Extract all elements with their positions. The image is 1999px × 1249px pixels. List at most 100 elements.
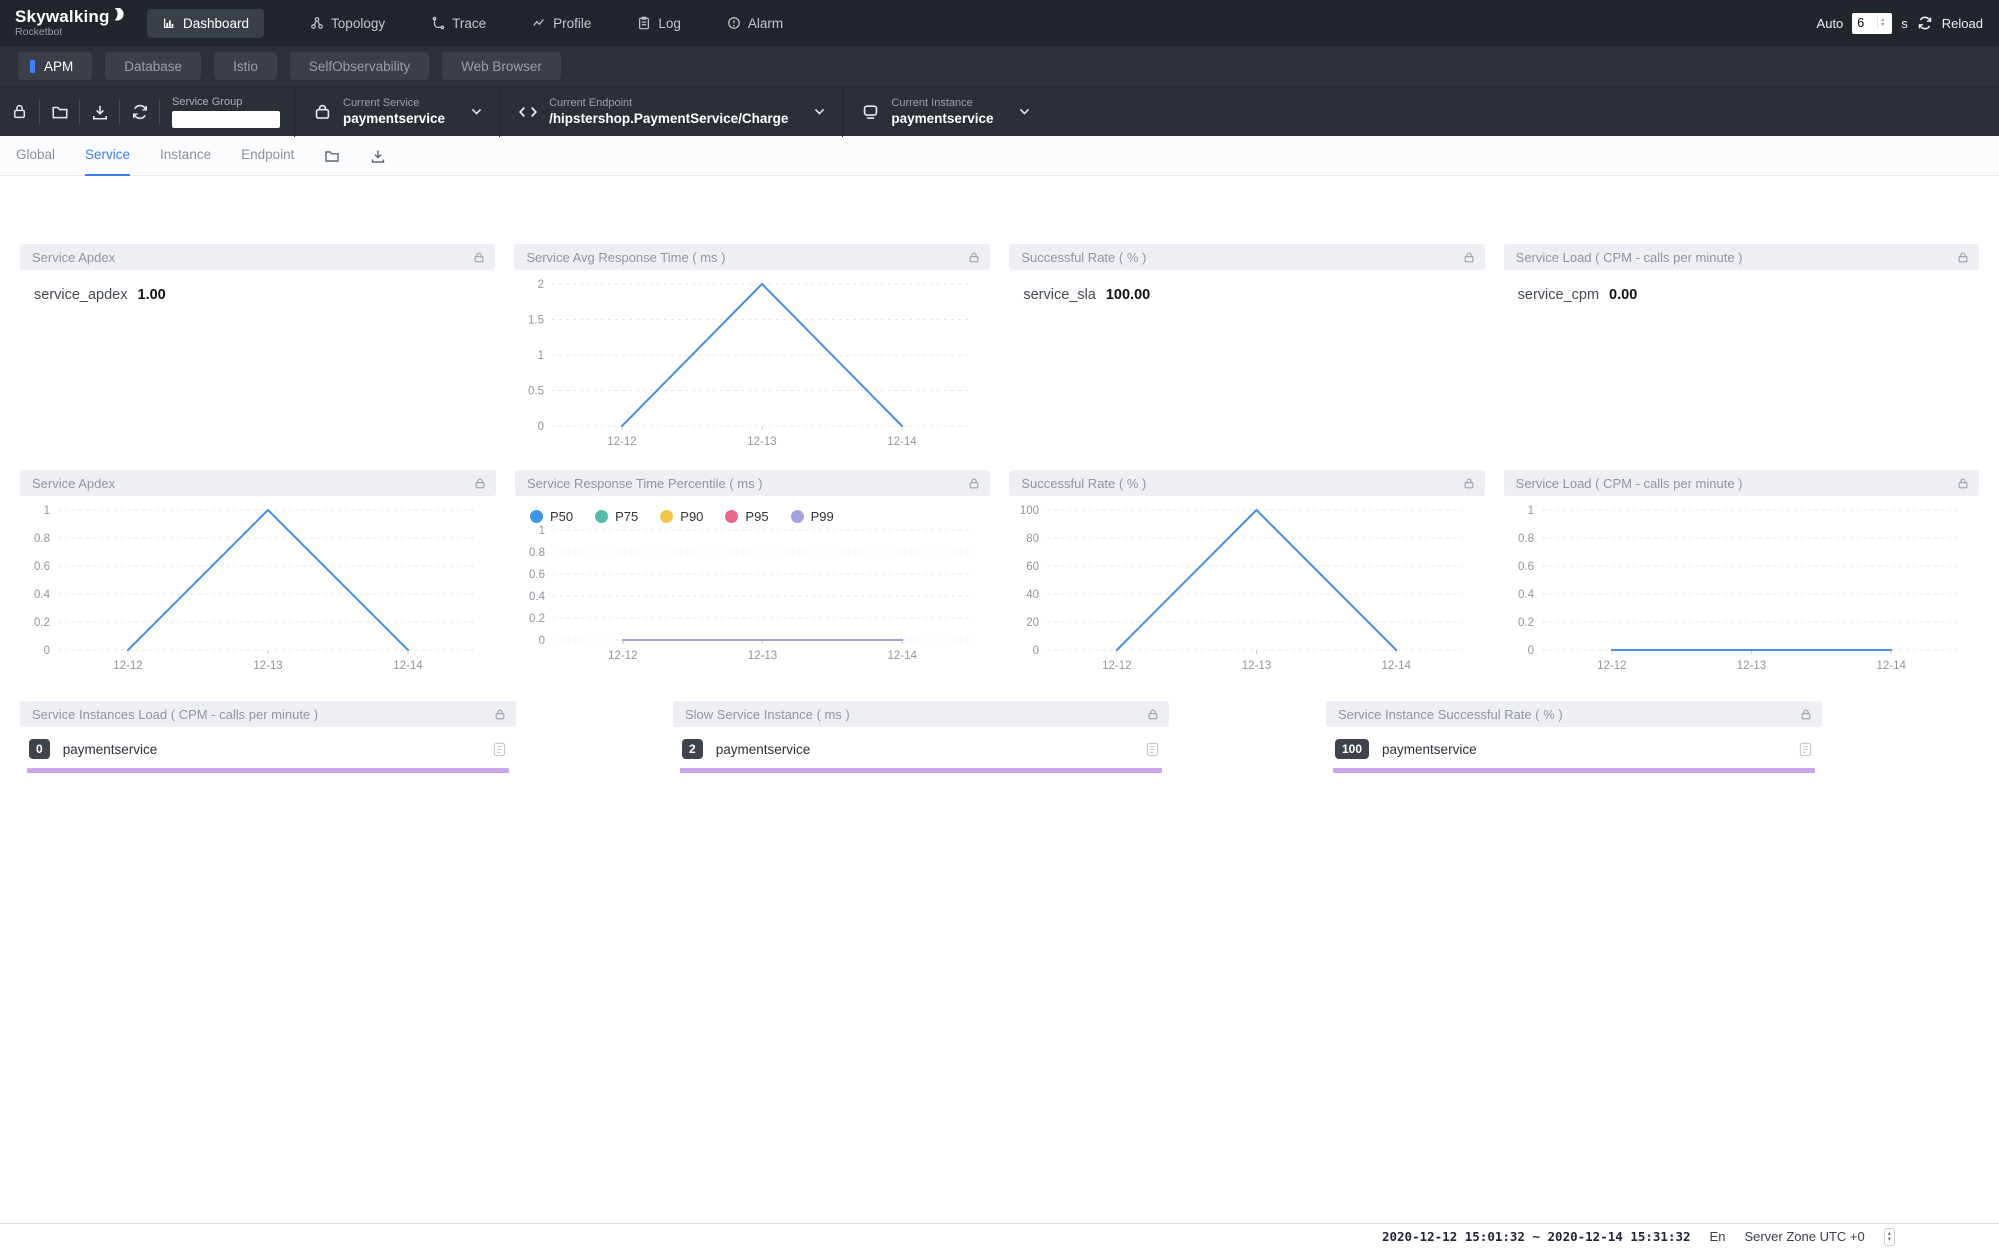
svg-text:2: 2 [538, 279, 544, 291]
current-endpoint-label: Current Endpoint [549, 97, 788, 109]
panel-avg-response-time: Service Avg Response Time ( ms ) 00.511.… [514, 244, 990, 455]
lock-icon[interactable] [1463, 251, 1475, 264]
metric-name: service_cpm [1518, 287, 1599, 303]
svg-text:12-12: 12-12 [1597, 660, 1626, 672]
legend-item[interactable]: P75 [595, 509, 638, 524]
auto-interval-value[interactable] [1852, 16, 1876, 30]
nav-item-profile[interactable]: Profile [532, 16, 591, 31]
view-tab-global[interactable]: Global [16, 136, 55, 176]
svg-text:0: 0 [44, 645, 50, 657]
nav-item-topology[interactable]: Topology [310, 16, 385, 31]
server-zone-label[interactable]: Server Zone UTC +0 [1744, 1229, 1864, 1244]
copy-icon[interactable] [1146, 742, 1159, 757]
status-bar: 2020-12-12 15:01:32 ~ 2020-12-14 15:31:3… [0, 1223, 1999, 1249]
page-tab-web-browser[interactable]: Web Browser [442, 52, 561, 80]
line-chart-svg: 00.20.40.60.8112-1212-1312-14 [1504, 496, 1979, 674]
server-zone-stepper[interactable]: ▴▾ [1884, 1228, 1895, 1246]
svg-text:0.6: 0.6 [529, 569, 545, 581]
auto-interval-stepper[interactable]: ▴▾ [1877, 17, 1887, 29]
lock-edit-button[interactable] [0, 87, 39, 137]
refresh-templates-button[interactable] [120, 87, 159, 137]
panel-title: Service Avg Response Time ( ms ) [526, 250, 968, 265]
page-tab-istio[interactable]: Istio [214, 52, 277, 80]
metric-value: 1.00 [138, 287, 166, 303]
export-template-button[interactable] [80, 87, 119, 137]
export-dashboard-button[interactable] [370, 148, 386, 164]
panel-title: Service Instance Successful Rate ( % ) [1338, 707, 1800, 722]
current-instance-value: paymentservice [891, 111, 993, 126]
legend-item[interactable]: P95 [725, 509, 768, 524]
instance-name: paymentservice [1382, 742, 1477, 757]
lock-icon[interactable] [1957, 477, 1969, 490]
svg-text:12-13: 12-13 [748, 436, 777, 448]
svg-text:12-14: 12-14 [888, 436, 918, 448]
lock-icon[interactable] [473, 251, 485, 264]
service-load-chart: 00.20.40.60.8112-1212-1312-14 [1504, 496, 1979, 679]
copy-icon[interactable] [1799, 742, 1812, 757]
alarm-icon [727, 16, 741, 30]
lock-icon[interactable] [474, 477, 486, 490]
current-endpoint-selector[interactable]: Current Endpoint /hipstershop.PaymentSer… [499, 87, 842, 137]
lock-icon[interactable] [1463, 477, 1475, 490]
reload-icon[interactable] [1917, 15, 1933, 31]
lock-icon[interactable] [968, 251, 980, 264]
service-group-field: Service Group [172, 96, 280, 128]
view-tab-service[interactable]: Service [85, 136, 130, 176]
refresh-icon [131, 103, 149, 121]
page-tab-database[interactable]: Database [105, 52, 201, 80]
page-tab-bar: APM Database Istio SelfObservability Web… [0, 46, 1999, 86]
view-tab-endpoint[interactable]: Endpoint [241, 136, 294, 176]
lock-icon[interactable] [1800, 708, 1812, 721]
view-tab-bar: Global Service Instance Endpoint [0, 136, 1999, 176]
instance-list-item[interactable]: 2 paymentservice [673, 727, 1169, 759]
nav-item-alarm[interactable]: Alarm [727, 16, 783, 31]
instance-list-item[interactable]: 0 paymentservice [20, 727, 516, 759]
current-instance-selector[interactable]: Current Instance paymentservice [842, 87, 1047, 137]
nav-item-dashboard[interactable]: Dashboard [147, 9, 264, 38]
legend-item[interactable]: P99 [791, 509, 834, 524]
current-instance-label: Current Instance [891, 97, 993, 109]
svg-text:0: 0 [1527, 645, 1533, 657]
panel-title: Service Load ( CPM - calls per minute ) [1516, 476, 1957, 491]
view-tab-instance[interactable]: Instance [160, 136, 211, 176]
reload-label[interactable]: Reload [1942, 16, 1983, 31]
current-service-selector[interactable]: Current Service paymentservice [294, 87, 499, 137]
language-toggle[interactable]: En [1710, 1229, 1726, 1244]
instance-list-item[interactable]: 100 paymentservice [1326, 727, 1822, 759]
import-dashboard-button[interactable] [324, 148, 340, 164]
legend-item[interactable]: P90 [660, 509, 703, 524]
svg-text:0.6: 0.6 [34, 561, 50, 573]
lock-icon[interactable] [1147, 708, 1159, 721]
nav-item-log[interactable]: Log [637, 16, 681, 31]
svg-text:0.8: 0.8 [529, 547, 545, 559]
app-logo: Skywalking Rocketbot [15, 8, 133, 38]
page-tab-apm[interactable]: APM [18, 52, 92, 80]
nav-item-trace[interactable]: Trace [431, 16, 486, 31]
svg-text:80: 80 [1027, 533, 1040, 545]
page-tab-selfobservability[interactable]: SelfObservability [290, 52, 429, 80]
dashboard-content: Service Apdex service_apdex1.00 Service … [0, 176, 1999, 773]
lock-icon[interactable] [494, 708, 506, 721]
successful-rate-chart: 02040608010012-1212-1312-14 [1009, 496, 1484, 679]
lock-icon[interactable] [1957, 251, 1969, 264]
copy-icon[interactable] [493, 742, 506, 757]
current-service-label: Current Service [343, 97, 445, 109]
app-title: Skywalking [15, 8, 110, 25]
svg-text:0.8: 0.8 [34, 533, 50, 545]
panel-instance-successful-rate: Service Instance Successful Rate ( % ) 1… [1326, 701, 1822, 773]
legend-label: P90 [680, 509, 703, 524]
svg-text:12-14: 12-14 [887, 650, 917, 662]
service-apdex-chart: 00.20.40.60.8112-1212-1312-14 [20, 496, 496, 679]
service-group-input[interactable] [172, 111, 280, 128]
topology-icon [310, 16, 324, 30]
line-chart-svg: 02040608010012-1212-1312-14 [1009, 496, 1484, 674]
auto-unit-label: s [1901, 16, 1908, 31]
import-template-button[interactable] [40, 87, 79, 137]
panel-service-instances-load: Service Instances Load ( CPM - calls per… [20, 701, 516, 773]
legend-item[interactable]: P50 [530, 509, 573, 524]
svg-text:1.5: 1.5 [528, 315, 544, 327]
instance-name: paymentservice [716, 742, 811, 757]
lock-icon[interactable] [968, 477, 980, 490]
time-range-picker[interactable]: 2020-12-12 15:01:32 ~ 2020-12-14 15:31:3… [1382, 1229, 1691, 1244]
auto-interval-input[interactable]: ▴▾ [1852, 13, 1892, 34]
